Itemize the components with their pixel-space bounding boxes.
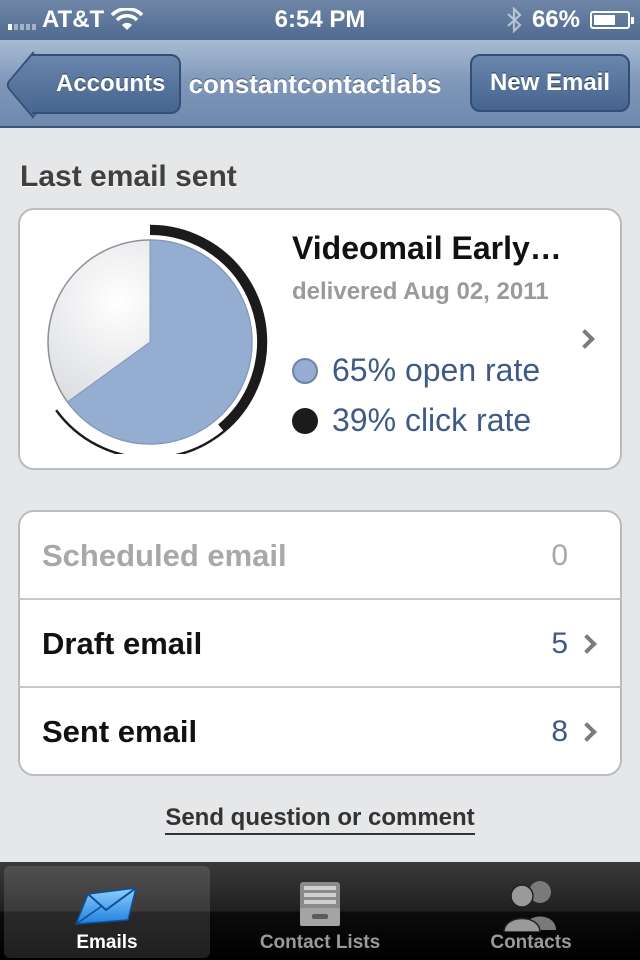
- click-rate-dot-icon: [292, 407, 318, 434]
- open-rate-pie-chart: [47, 224, 268, 454]
- file-tray-icon: [300, 882, 340, 926]
- chevron-right-icon: [577, 634, 597, 654]
- open-rate-label: 65% open rate: [332, 352, 541, 388]
- row-label: Scheduled email: [42, 538, 287, 573]
- people-icon: [503, 881, 556, 932]
- tab-emails[interactable]: Emails: [4, 866, 210, 958]
- last-email-card[interactable]: Videomail Early… delivered Aug 02, 2011 …: [18, 208, 622, 470]
- battery-group: 66%: [506, 6, 634, 34]
- envelope-icon: [74, 887, 137, 925]
- feedback-link-wrap: Send question or comment: [0, 804, 640, 835]
- email-title: Videomail Early…: [292, 230, 562, 266]
- send-feedback-link[interactable]: Send question or comment: [165, 804, 475, 835]
- tab-contacts[interactable]: Contacts: [428, 866, 634, 958]
- nav-title: constantcontactlabs: [188, 69, 442, 99]
- row-count: 8: [551, 715, 568, 748]
- accounts-back-button[interactable]: Accounts: [32, 54, 182, 114]
- open-rate-row: 65% open rate: [292, 352, 540, 389]
- tab-label: Contacts: [490, 932, 572, 953]
- battery-percent: 66%: [531, 6, 580, 33]
- row-label: Draft email: [42, 626, 203, 661]
- tab-label: Emails: [76, 932, 138, 953]
- table-row-scheduled: Scheduled email 0: [20, 512, 620, 600]
- click-rate-row: 39% click rate: [292, 402, 531, 439]
- table-row-sent[interactable]: Sent email 8: [20, 688, 620, 774]
- navigation-bar: Accounts constantcontactlabs New Email: [0, 40, 640, 128]
- chevron-right-icon: [577, 722, 597, 742]
- tab-label: Contact Lists: [259, 932, 381, 953]
- row-count: 5: [551, 627, 568, 660]
- email-folders-table: Scheduled email 0 Draft email 5 Sent ema…: [18, 510, 622, 776]
- status-bar: AT&T 6:54 PM 66%: [0, 0, 640, 40]
- section-heading: Last email sent: [20, 160, 237, 193]
- battery-fill: [594, 15, 615, 25]
- chevron-right-icon: [575, 329, 595, 349]
- battery-icon: [590, 11, 634, 29]
- row-count: 0: [551, 539, 568, 572]
- click-rate-label: 39% click rate: [332, 402, 532, 438]
- bluetooth-icon: [507, 7, 522, 33]
- new-email-button[interactable]: New Email: [469, 54, 630, 112]
- open-rate-dot-icon: [292, 357, 318, 384]
- table-row-draft[interactable]: Draft email 5: [20, 600, 620, 688]
- tab-contact-lists[interactable]: Contact Lists: [217, 866, 423, 958]
- row-label: Sent email: [42, 714, 198, 749]
- tab-bar: Emails Contact Lists Contacts: [0, 862, 640, 960]
- delivered-date: delivered Aug 02, 2011: [292, 278, 549, 305]
